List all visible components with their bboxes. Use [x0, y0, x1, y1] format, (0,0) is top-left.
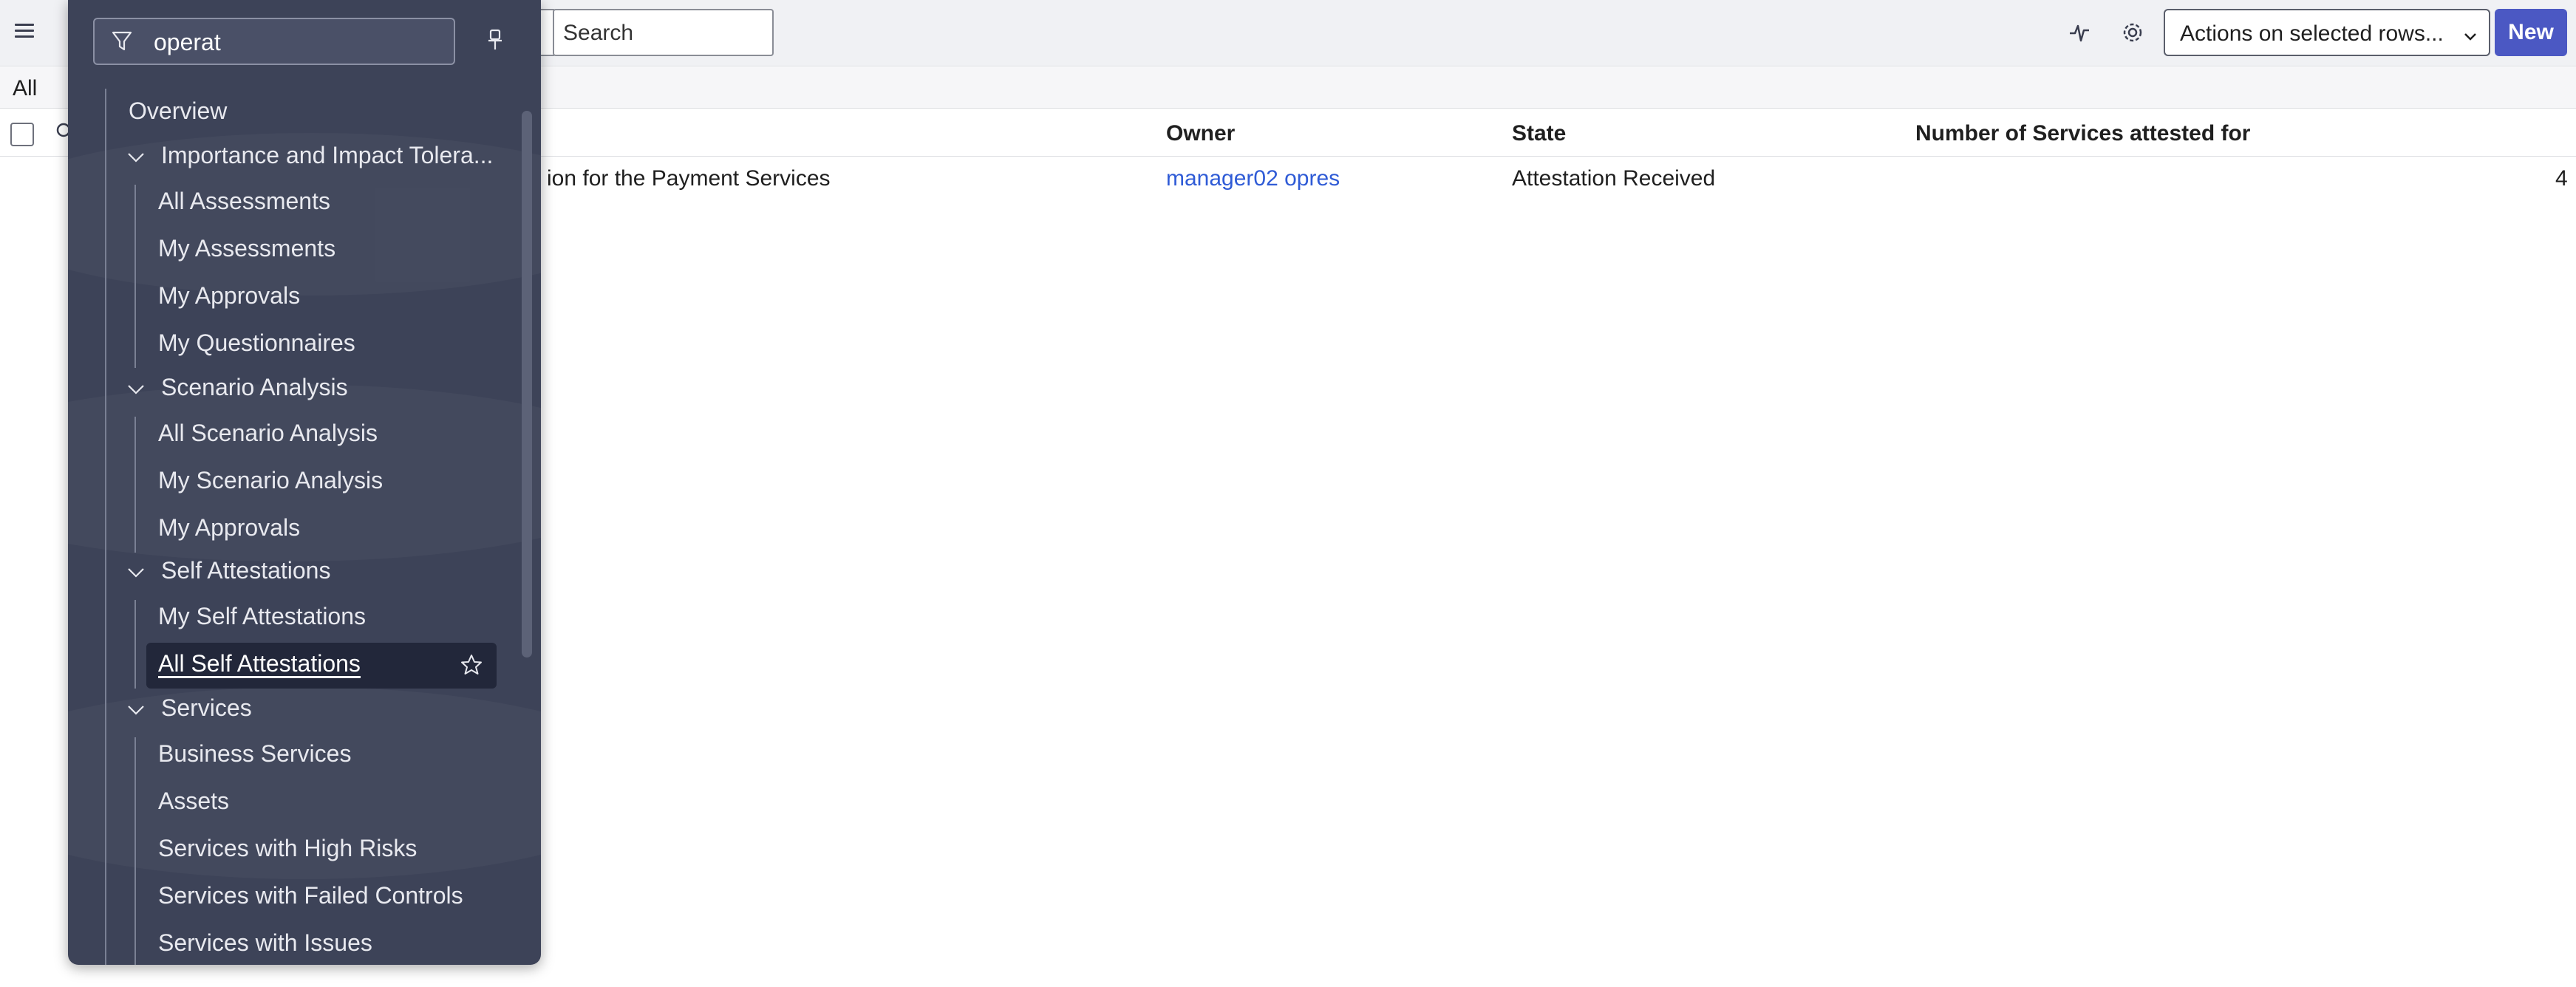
application-navigator: operat Overview Importance and Impact To…	[68, 0, 541, 965]
row-state: Attestation Received	[1512, 166, 1716, 191]
navigator-scrollbar[interactable]	[522, 111, 532, 658]
nav-item-overview[interactable]: Overview	[129, 98, 227, 125]
row-name[interactable]: ion for the Payment Services	[547, 166, 831, 191]
tree-line	[134, 737, 136, 965]
pulse-icon[interactable]	[2063, 16, 2096, 49]
nav-group-services[interactable]: Services	[161, 694, 252, 722]
tree-line	[134, 417, 136, 553]
pin-icon[interactable]	[486, 28, 504, 55]
nav-item-my-questionnaires[interactable]: My Questionnaires	[158, 329, 355, 357]
nav-item-my-scenario-analysis[interactable]: My Scenario Analysis	[158, 467, 383, 494]
nav-item-services-failed-controls[interactable]: Services with Failed Controls	[158, 882, 463, 909]
chevron-down-icon[interactable]	[126, 381, 146, 403]
nav-group-importance[interactable]: Importance and Impact Tolera...	[161, 142, 493, 169]
column-header-owner[interactable]: Owner	[1166, 121, 1235, 146]
new-button[interactable]: New	[2495, 9, 2567, 56]
chevron-down-icon[interactable]	[126, 149, 146, 171]
nav-item-assets[interactable]: Assets	[158, 788, 229, 815]
list-search-input[interactable]: Search	[553, 9, 774, 56]
tree-line	[134, 185, 136, 368]
tree-line	[105, 89, 106, 965]
select-all-checkbox[interactable]	[10, 123, 34, 146]
star-icon[interactable]	[460, 653, 483, 680]
nav-group-scenario-analysis[interactable]: Scenario Analysis	[161, 374, 348, 401]
actions-on-selected-rows-select[interactable]: Actions on selected rows...	[2164, 9, 2490, 56]
row-owner-link[interactable]: manager02 opres	[1166, 166, 1340, 191]
funnel-icon	[111, 30, 133, 59]
column-header-state[interactable]: State	[1512, 121, 1566, 146]
navigator-filter-input[interactable]: operat	[93, 18, 455, 65]
nav-item-my-assessments[interactable]: My Assessments	[158, 235, 335, 262]
chevron-down-icon[interactable]	[126, 702, 146, 723]
nav-item-services-with-issues[interactable]: Services with Issues	[158, 929, 372, 957]
nav-item-all-assessments[interactable]: All Assessments	[158, 188, 330, 215]
nav-group-self-attestations[interactable]: Self Attestations	[161, 557, 330, 584]
nav-item-my-approvals[interactable]: My Approvals	[158, 514, 300, 542]
breadcrumb-all[interactable]: All	[13, 76, 37, 101]
nav-item-all-scenario-analysis[interactable]: All Scenario Analysis	[158, 420, 378, 447]
nav-item-my-self-attestations[interactable]: My Self Attestations	[158, 603, 366, 630]
navigator-filter-value: operat	[154, 29, 221, 55]
row-services-count: 4	[2555, 166, 2568, 191]
actions-select-label: Actions on selected rows...	[2180, 21, 2444, 46]
nav-item-all-self-attestations[interactable]: All Self Attestations	[158, 650, 361, 677]
chevron-down-icon[interactable]	[126, 564, 146, 586]
chevron-down-icon	[2462, 25, 2478, 50]
nav-item-services-high-risks[interactable]: Services with High Risks	[158, 835, 417, 862]
nav-item-business-services[interactable]: Business Services	[158, 740, 351, 768]
gear-icon[interactable]	[2116, 16, 2149, 49]
nav-item-my-approvals[interactable]: My Approvals	[158, 282, 300, 310]
tree-line	[134, 600, 136, 689]
hamburger-icon[interactable]	[15, 24, 34, 40]
column-header-services-count[interactable]: Number of Services attested for	[1915, 121, 2250, 146]
